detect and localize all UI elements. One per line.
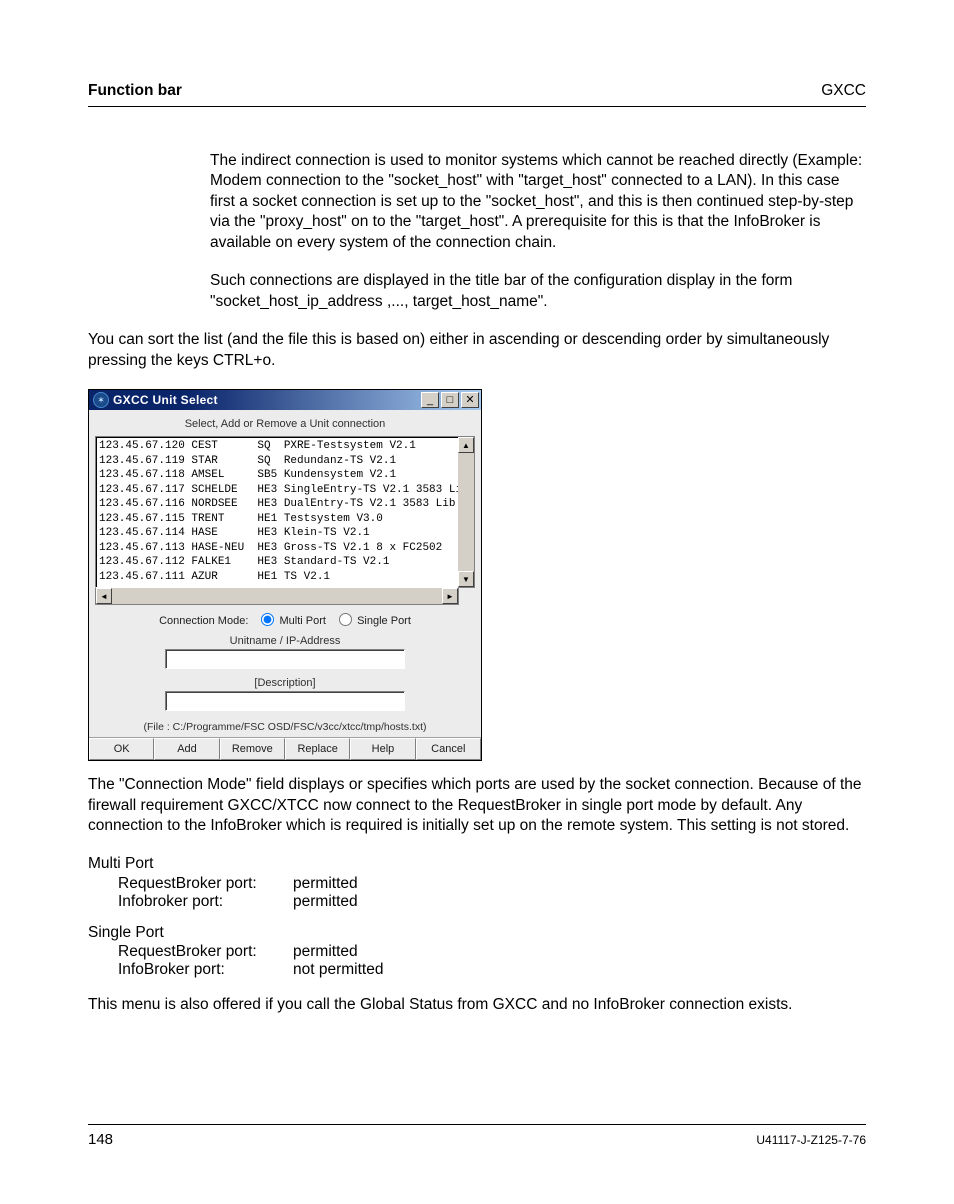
minimize-button[interactable]: _ — [421, 392, 439, 408]
connection-mode-label: Connection Mode: — [159, 615, 248, 627]
body-paragraph-5: This menu is also offered if you call th… — [88, 995, 866, 1015]
file-path-line: (File : C:/Programme/FSC OSD/FSC/v3cc/xt… — [95, 715, 475, 735]
page-footer: 148 U41117-J-Z125-7-76 — [88, 1124, 866, 1148]
multi-port-ib-label: Infobroker port: — [118, 893, 293, 911]
remove-button[interactable]: Remove — [220, 738, 285, 760]
single-port-ib-value: not permitted — [293, 961, 383, 979]
single-port-ib-label: InfoBroker port: — [118, 961, 293, 979]
dialog-button-row: OK Add Remove Replace Help Cancel — [89, 737, 481, 760]
unit-listbox[interactable]: 123.45.67.120 CEST SQ PXRE-Testsystem V2… — [95, 436, 467, 588]
body-paragraph-2: Such connections are displayed in the ti… — [210, 271, 866, 312]
body-paragraph-3: You can sort the list (and the file this… — [88, 330, 866, 371]
header-product: GXCC — [821, 82, 866, 100]
scroll-left-icon[interactable]: ◄ — [96, 588, 112, 604]
body-paragraph-1: The indirect connection is used to monit… — [210, 151, 866, 253]
vertical-scrollbar[interactable]: ▲ ▼ — [458, 436, 475, 588]
horizontal-scrollbar[interactable]: ◄ ► — [95, 588, 459, 605]
dialog-subtitle: Select, Add or Remove a Unit connection — [95, 414, 475, 436]
app-icon: ✶ — [93, 392, 109, 408]
add-button[interactable]: Add — [154, 738, 219, 760]
scroll-up-icon[interactable]: ▲ — [458, 437, 474, 453]
maximize-button[interactable]: □ — [441, 392, 459, 408]
scroll-right-icon[interactable]: ► — [442, 588, 458, 604]
single-port-radio[interactable] — [339, 613, 352, 626]
description-label: [Description] — [95, 673, 475, 691]
multi-port-ib-value: permitted — [293, 893, 358, 911]
doc-id: U41117-J-Z125-7-76 — [756, 1131, 866, 1148]
description-input[interactable] — [165, 691, 405, 711]
page-number: 148 — [88, 1131, 113, 1148]
unitname-input[interactable] — [165, 649, 405, 669]
single-port-rb-label: RequestBroker port: — [118, 943, 293, 961]
multi-port-radio[interactable] — [261, 613, 274, 626]
single-port-heading: Single Port — [88, 923, 866, 943]
single-port-section: Single Port RequestBroker port: permitte… — [88, 923, 866, 979]
header-section: Function bar — [88, 82, 182, 100]
cancel-button[interactable]: Cancel — [416, 738, 481, 760]
ok-button[interactable]: OK — [89, 738, 154, 760]
dialog-titlebar[interactable]: ✶ GXCC Unit Select _ □ ✕ — [89, 390, 481, 410]
body-paragraph-4: The "Connection Mode" field displays or … — [88, 775, 866, 836]
dialog-title: GXCC Unit Select — [113, 393, 419, 407]
page-header: Function bar GXCC — [88, 82, 866, 107]
multi-port-row-2: Infobroker port: permitted — [118, 893, 866, 911]
multi-port-rb-label: RequestBroker port: — [118, 875, 293, 893]
unitname-label: Unitname / IP-Address — [95, 631, 475, 649]
connection-mode-group: Connection Mode: Multi Port Single Port — [95, 605, 475, 631]
single-port-row-2: InfoBroker port: not permitted — [118, 961, 866, 979]
multi-port-heading: Multi Port — [88, 854, 866, 874]
multi-port-section: Multi Port RequestBroker port: permitted… — [88, 854, 866, 910]
multi-port-row-1: RequestBroker port: permitted — [118, 875, 866, 893]
single-port-rb-value: permitted — [293, 943, 358, 961]
close-button[interactable]: ✕ — [461, 392, 479, 408]
unit-select-dialog: ✶ GXCC Unit Select _ □ ✕ Select, Add or … — [88, 389, 482, 761]
single-port-radio-label: Single Port — [357, 615, 411, 627]
scroll-down-icon[interactable]: ▼ — [458, 571, 474, 587]
multi-port-rb-value: permitted — [293, 875, 358, 893]
replace-button[interactable]: Replace — [285, 738, 350, 760]
help-button[interactable]: Help — [350, 738, 415, 760]
single-port-row-1: RequestBroker port: permitted — [118, 943, 866, 961]
multi-port-radio-label: Multi Port — [280, 615, 326, 627]
